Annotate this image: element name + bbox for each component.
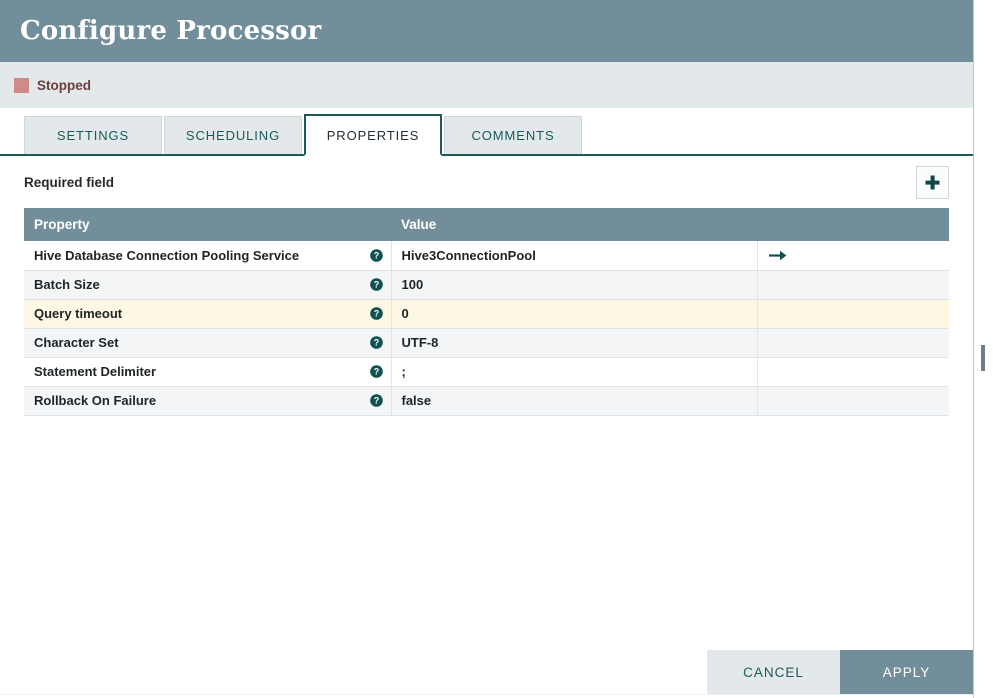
property-name-cell[interactable]: Character Set ? — [24, 328, 392, 358]
tab-properties[interactable]: PROPERTIES — [304, 114, 442, 156]
property-actions-cell — [757, 299, 949, 329]
help-circle-icon[interactable]: ? — [369, 248, 383, 262]
tab-scheduling-label: SCHEDULING — [185, 128, 281, 143]
page-scrollbar-thumb[interactable] — [981, 345, 985, 371]
svg-text:?: ? — [373, 367, 379, 377]
page-title: Configure Processor — [20, 16, 322, 46]
tab-settings-label: SETTINGS — [56, 128, 130, 143]
tab-scheduling[interactable]: SCHEDULING — [164, 116, 302, 154]
help-circle-icon[interactable]: ? — [369, 394, 383, 407]
dialog-footer: CANCEL APPLY — [0, 650, 973, 694]
property-name-cell[interactable]: Batch Size ? — [24, 270, 392, 300]
svg-text:?: ? — [373, 338, 379, 348]
table-row[interactable]: Rollback On Failure ? false — [24, 386, 949, 416]
apply-button-label: APPLY — [882, 664, 931, 680]
svg-text:?: ? — [373, 280, 379, 290]
property-actions-cell — [757, 357, 949, 387]
cancel-button-label: CANCEL — [743, 664, 804, 680]
help-circle-icon[interactable]: ? — [369, 307, 383, 320]
property-actions-cell — [757, 386, 949, 416]
plus-icon — [924, 174, 941, 191]
page-background-strip — [973, 0, 999, 698]
property-actions-cell — [757, 328, 949, 358]
property-actions-cell — [757, 270, 949, 300]
svg-text:?: ? — [373, 250, 379, 260]
cancel-button[interactable]: CANCEL — [707, 650, 840, 694]
property-value-cell[interactable]: ; — [391, 357, 758, 387]
required-field-label: Required field — [24, 174, 115, 190]
property-name-cell[interactable]: Hive Database Connection Pooling Service… — [24, 241, 392, 271]
property-label: Character Set — [34, 335, 119, 350]
properties-toolbar: Required field — [24, 156, 949, 208]
add-property-button[interactable] — [916, 165, 949, 199]
dialog-tabs: SETTINGS SCHEDULING PROPERTIES COMMENTS — [0, 108, 973, 156]
property-label: Statement Delimiter — [34, 364, 157, 379]
help-circle-icon[interactable]: ? — [369, 336, 383, 349]
table-row[interactable]: Character Set ? UTF-8 — [24, 328, 949, 358]
property-value-cell[interactable]: UTF-8 — [391, 328, 758, 358]
tab-comments-label: COMMENTS — [471, 128, 555, 143]
property-label: Batch Size — [34, 277, 100, 292]
column-header-actions — [757, 208, 949, 241]
tab-properties-label: PROPERTIES — [326, 127, 420, 143]
help-circle-icon[interactable]: ? — [369, 365, 383, 378]
property-value-cell[interactable]: Hive3ConnectionPool — [391, 241, 758, 271]
property-value-cell[interactable]: 0 — [391, 299, 758, 329]
property-name-cell[interactable]: Statement Delimiter ? — [24, 357, 392, 387]
arrow-right-icon[interactable] — [768, 249, 950, 262]
table-row[interactable]: Statement Delimiter ? ; — [24, 357, 949, 387]
property-name-cell[interactable]: Rollback On Failure ? — [24, 386, 392, 416]
property-name-cell[interactable]: Query timeout ? — [24, 299, 392, 329]
properties-table: Property Value Hive Database Connection … — [24, 208, 949, 416]
property-actions-cell — [757, 241, 950, 271]
tab-settings[interactable]: SETTINGS — [24, 116, 162, 154]
svg-text:?: ? — [373, 396, 379, 406]
help-circle-icon[interactable]: ? — [369, 278, 383, 291]
property-value-cell[interactable]: 100 — [391, 270, 758, 300]
table-header-row: Property Value — [24, 208, 949, 241]
property-label: Rollback On Failure — [34, 393, 157, 408]
properties-panel: Required field Property Value Hive Datab… — [0, 156, 973, 416]
tab-comments[interactable]: COMMENTS — [444, 116, 582, 154]
dialog-header: Configure Processor — [0, 0, 973, 62]
table-row[interactable]: Hive Database Connection Pooling Service… — [24, 241, 950, 271]
svg-text:?: ? — [373, 309, 379, 319]
configure-processor-dialog: Configure Processor Stopped SETTINGS SCH… — [0, 0, 973, 694]
apply-button[interactable]: APPLY — [840, 650, 973, 694]
column-header-value: Value — [391, 208, 757, 241]
processor-status-bar: Stopped — [0, 62, 973, 108]
status-badge: Stopped — [37, 77, 91, 93]
property-value-cell[interactable]: false — [391, 386, 758, 416]
property-label: Query timeout — [34, 306, 123, 321]
column-header-property: Property — [24, 208, 391, 241]
status-swatch-icon — [14, 77, 29, 93]
property-label: Hive Database Connection Pooling Service — [34, 247, 300, 263]
table-row[interactable]: Batch Size ? 100 — [24, 270, 949, 300]
table-row[interactable]: Query timeout ? 0 — [24, 299, 949, 329]
